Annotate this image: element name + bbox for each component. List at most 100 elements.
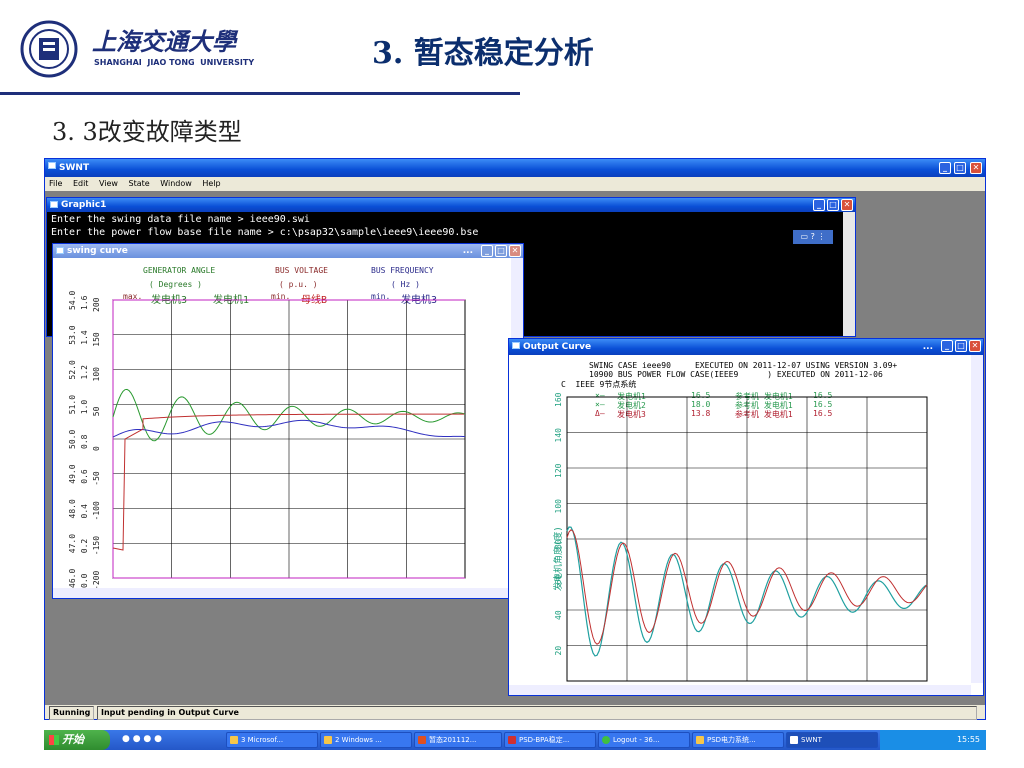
menu-state[interactable]: State <box>129 179 150 188</box>
freq-tick: 48.0 <box>68 499 77 518</box>
sjtu-seal-logo <box>20 20 78 78</box>
title-underline <box>0 92 520 95</box>
window-icon <box>790 736 798 744</box>
taskbar-label-2: 2 Windows ... <box>335 736 382 744</box>
y-tick: 60 <box>554 575 563 585</box>
freq-tick: 51.0 <box>68 395 77 414</box>
status-bar: Running Input pending in Output Curve <box>45 705 985 720</box>
status-state: Running <box>49 706 95 720</box>
y-tick: 20 <box>554 646 563 656</box>
console-line-1: Enter the swing data file name > ieee90.… <box>51 214 310 225</box>
logo-english-name: SHANGHAI JIAO TONG UNIVERSITY <box>94 58 255 67</box>
output-maximize-button[interactable]: □ <box>955 340 967 352</box>
console-line-2: Enter the power flow base file name > c:… <box>51 227 479 238</box>
output-scrollbar[interactable] <box>971 355 983 683</box>
folder-icon <box>324 736 332 744</box>
volt-tick: 0.0 <box>80 573 89 588</box>
deg-tick: 150 <box>92 332 101 347</box>
menu-view[interactable]: View <box>99 179 118 188</box>
window-icon <box>512 342 520 349</box>
graphic-scrollbar[interactable] <box>843 212 855 336</box>
volt-tick: 0.8 <box>80 434 89 449</box>
swing-close-button[interactable]: ✕ <box>509 245 521 257</box>
volt-tick: 0.2 <box>80 539 89 554</box>
swing-hscroll[interactable] <box>53 588 511 598</box>
freq-tick: 53.0 <box>68 325 77 344</box>
maximize-button[interactable]: □ <box>954 162 966 174</box>
close-button[interactable]: ✕ <box>970 162 982 174</box>
output-hscroll[interactable] <box>509 685 971 695</box>
logo-chinese-name: 上海交通大學 <box>92 27 236 56</box>
swing-chart: 54.0 53.0 52.0 51.0 50.0 49.0 48.0 47.0 46.0 1.6 1… <box>68 291 466 590</box>
swing-maximize-button[interactable]: □ <box>495 245 507 257</box>
volt-tick: 1.4 <box>80 330 89 345</box>
freq-tick: 46.0 <box>68 569 77 588</box>
y-tick: 40 <box>554 610 563 620</box>
volt-tick: 1.6 <box>80 295 89 310</box>
menu-file[interactable]: File <box>49 179 62 188</box>
taskbar-item-5[interactable]: Logout - 36... <box>598 732 690 748</box>
volt-tick: 1.2 <box>80 365 89 380</box>
taskbar-item-6[interactable]: PSD电力系统... <box>692 732 784 748</box>
menu-bar: File Edit View State Window Help <box>45 177 985 191</box>
taskbar-label-4: PSD-BPA稳定... <box>519 736 570 744</box>
swing-curve-window: swing curve ... _ □ ✕ GENERATOR ANGLE ( … <box>52 243 524 599</box>
app-window-icon <box>48 162 56 169</box>
ppt-icon <box>418 736 426 744</box>
graphic-minimize-button[interactable]: _ <box>813 199 825 211</box>
deg-tick: 0 <box>92 446 101 451</box>
taskbar-item-4[interactable]: PSD-BPA稳定... <box>504 732 596 748</box>
volt-tick: 0.4 <box>80 504 89 519</box>
taskbar-item-3[interactable]: 暂态201112... <box>414 732 502 748</box>
taskbar-label-1: 3 Microsof... <box>241 736 284 744</box>
swing-dots: ... <box>462 246 473 256</box>
freq-tick: 54.0 <box>68 291 77 310</box>
deg-tick: 200 <box>92 297 101 312</box>
swing-minimize-button[interactable]: _ <box>481 245 493 257</box>
y-tick: 160 <box>554 392 563 407</box>
taskbar-label-7: SWNT <box>801 736 822 744</box>
volt-tick: 0.6 <box>80 469 89 484</box>
minimize-button[interactable]: _ <box>939 162 951 174</box>
taskbar-label-6: PSD电力系统... <box>707 736 756 744</box>
logout-icon <box>602 736 610 744</box>
swing-titlebar[interactable]: swing curve ... _ □ ✕ <box>53 244 523 258</box>
graphic1-title: Graphic1 <box>61 200 107 210</box>
taskbar-item-7[interactable]: SWNT <box>786 732 878 748</box>
quick-launch: ● ● ● ● <box>122 734 162 744</box>
graphic-close-button[interactable]: ✕ <box>841 199 853 211</box>
deg-tick: -100 <box>92 501 101 520</box>
taskbar-item-2[interactable]: 2 Windows ... <box>320 732 412 748</box>
clock: 15:55 <box>956 735 980 744</box>
menu-help[interactable]: Help <box>202 179 220 188</box>
taskbar-item-1[interactable]: 3 Microsof... <box>226 732 318 748</box>
status-message: Input pending in Output Curve <box>97 706 977 720</box>
window-icon <box>56 247 64 254</box>
start-label: 开始 <box>62 733 84 746</box>
slide-title: 3. 暂态稳定分析 <box>372 36 594 71</box>
series-voltage-line <box>112 413 465 551</box>
y-tick: 100 <box>554 499 563 514</box>
output-titlebar[interactable]: Output Curve ... _ □ ✕ <box>509 339 983 355</box>
taskbar-label-5: Logout - 36... <box>613 736 660 744</box>
output-close-button[interactable]: ✕ <box>969 340 981 352</box>
output-minimize-button[interactable]: _ <box>941 340 953 352</box>
psd-icon <box>508 736 516 744</box>
freq-tick: 49.0 <box>68 464 77 483</box>
taskbar-label-3: 暂态201112... <box>429 736 477 744</box>
windows-flag-icon <box>49 735 59 745</box>
freq-tick: 50.0 <box>68 430 77 449</box>
graphic1-titlebar[interactable]: Graphic1 _ □ ✕ <box>47 198 855 212</box>
output-chart: 160140120100806040200 <box>554 392 928 682</box>
output-curve-window: Output Curve ... _ □ ✕ SWING CASE ieee90… <box>508 338 984 696</box>
menu-edit[interactable]: Edit <box>73 179 89 188</box>
graphic-maximize-button[interactable]: □ <box>827 199 839 211</box>
volt-tick: 1.0 <box>80 400 89 415</box>
swnt-titlebar[interactable]: SWNT _ □ ✕ <box>45 159 985 177</box>
output-dots: ... <box>922 342 933 352</box>
menu-window[interactable]: Window <box>160 179 192 188</box>
y-tick: 80 <box>554 539 563 549</box>
deg-tick: -150 <box>92 536 101 555</box>
start-button[interactable]: 开始 <box>44 730 110 750</box>
mini-toolbar[interactable]: ▭ ? ⋮ <box>793 230 833 244</box>
